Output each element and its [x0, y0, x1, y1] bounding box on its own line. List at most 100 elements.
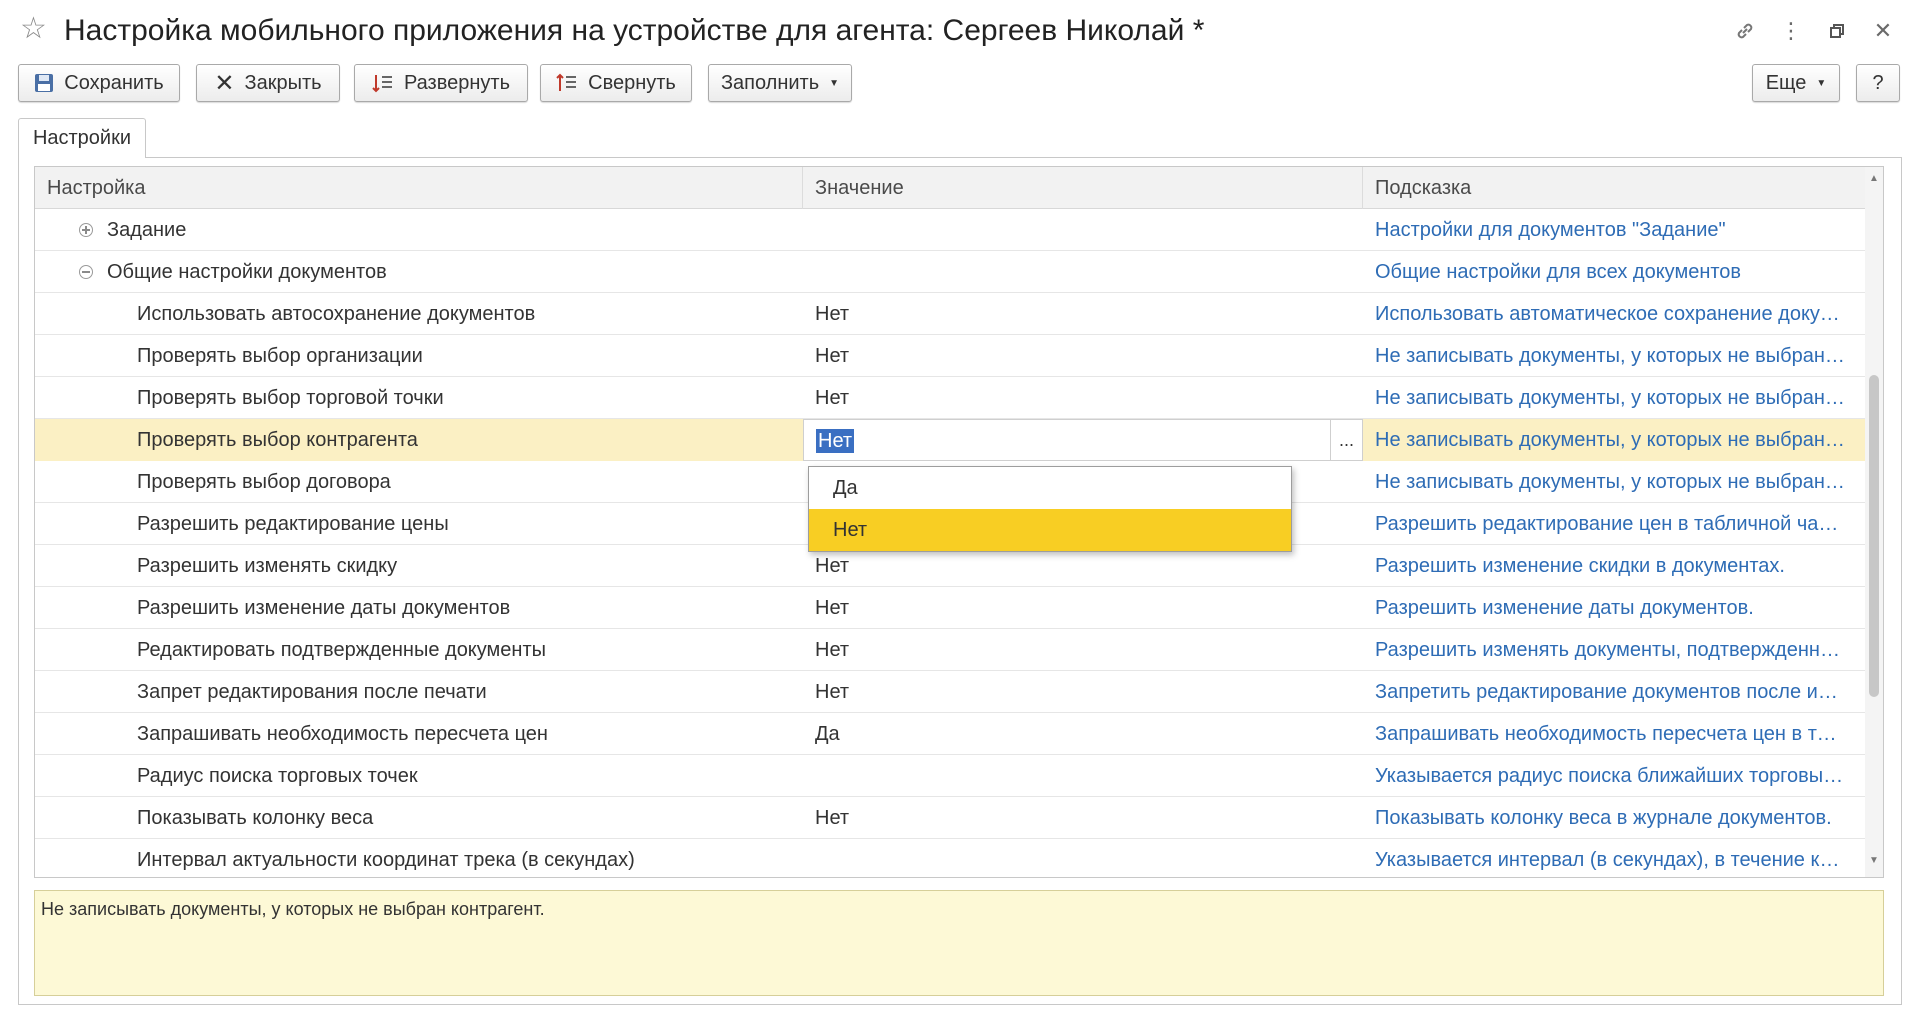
table-row[interactable]: Запрашивать необходимость пересчета цен …	[35, 713, 1867, 755]
hint-text: Не записывать документы, у которых не вы…	[1375, 428, 1845, 451]
hint-text: Указывается радиус поиска ближайших торг…	[1375, 764, 1845, 787]
value-cell[interactable]	[803, 251, 1363, 293]
hint-text: Показывать колонку веса в журнале докуме…	[1375, 806, 1832, 829]
value-dropdown-list: Да Нет	[808, 466, 1292, 552]
collapse-button[interactable]: Свернуть	[540, 64, 692, 102]
dropdown-option-yes[interactable]: Да	[809, 467, 1291, 509]
hint-text: Запретить редактирование документов посл…	[1375, 680, 1845, 703]
hint-cell: Разрешить редактирование цен в табличной…	[1363, 503, 1867, 545]
hint-cell: Настройки для документов "Задание"	[1363, 209, 1867, 251]
table-row-selected[interactable]: Проверять выбор контрагента Нет ... Не з…	[35, 419, 1867, 461]
choice-dots-button[interactable]: ...	[1330, 420, 1362, 460]
help-button[interactable]: ?	[1856, 64, 1900, 102]
value-cell[interactable]	[803, 755, 1363, 797]
vertical-scrollbar[interactable]: ▲ ▼	[1865, 167, 1883, 877]
table-row[interactable]: Радиус поиска торговых точек Указывается…	[35, 755, 1867, 797]
close-x-icon: ✕	[214, 69, 235, 97]
scroll-down-arrow-icon[interactable]: ▼	[1869, 855, 1879, 866]
hint-cell: Не записывать документы, у которых не вы…	[1363, 335, 1867, 377]
more-vertical-icon[interactable]: ⋮	[1768, 14, 1814, 48]
scrollbar-thumb[interactable]	[1869, 375, 1879, 697]
collapse-minus-icon[interactable]	[79, 265, 93, 279]
chevron-down-icon: ▼	[829, 77, 840, 89]
column-header-hint[interactable]: Подсказка	[1363, 167, 1867, 209]
hint-cell: Разрешить изменение скидки в документах.	[1363, 545, 1867, 587]
setting-label: Показывать колонку веса	[137, 806, 374, 829]
setting-label: Запрет редактирования после печати	[137, 680, 487, 703]
close-button[interactable]: ✕ Закрыть	[196, 64, 340, 102]
table-row[interactable]: Общие настройки документов Общие настрой…	[35, 251, 1867, 293]
dropdown-option-no[interactable]: Нет	[809, 509, 1291, 551]
table-row[interactable]: Использовать автосохранение документов Н…	[35, 293, 1867, 335]
window-controls: ⋮ ✕	[1722, 14, 1906, 48]
chevron-down-icon: ▼	[1816, 77, 1827, 89]
setting-label: Использовать автосохранение документов	[137, 302, 536, 325]
hint-text: Разрешить редактирование цен в табличной…	[1375, 512, 1845, 535]
more-dropdown-button[interactable]: Еще ▼	[1752, 64, 1840, 102]
table-row[interactable]: Разрешить изменение даты документов Нет …	[35, 587, 1867, 629]
table-row[interactable]: Редактировать подтвержденные документы Н…	[35, 629, 1867, 671]
table-row[interactable]: Задание Настройки для документов "Задани…	[35, 209, 1867, 251]
setting-label: Общие настройки документов	[107, 260, 387, 283]
floppy-disk-icon	[34, 73, 54, 93]
table-row[interactable]: Интервал актуальности координат трека (в…	[35, 839, 1867, 877]
setting-label: Интервал актуальности координат трека (в…	[137, 848, 635, 871]
save-label: Сохранить	[64, 71, 164, 94]
value-cell[interactable]: Нет	[803, 377, 1363, 419]
window-title: Настройка мобильного приложения на устро…	[64, 14, 1205, 47]
value-cell[interactable]: Нет	[803, 335, 1363, 377]
scroll-up-arrow-icon[interactable]: ▲	[1869, 173, 1879, 184]
hint-cell: Разрешить изменение даты документов.	[1363, 587, 1867, 629]
value-cell[interactable]: Нет	[803, 671, 1363, 713]
hint-cell: Запретить редактирование документов посл…	[1363, 671, 1867, 713]
column-header-value[interactable]: Значение	[803, 167, 1363, 209]
value-cell[interactable]	[803, 209, 1363, 251]
table-row[interactable]: Запрет редактирования после печати Нет З…	[35, 671, 1867, 713]
favorite-star-icon[interactable]: ☆	[20, 14, 47, 44]
value-cell[interactable]: Нет	[803, 629, 1363, 671]
link-icon[interactable]	[1722, 14, 1768, 48]
restore-window-icon[interactable]	[1814, 14, 1860, 48]
value-cell[interactable]	[803, 839, 1363, 877]
hint-text: Настройки для документов "Задание"	[1375, 218, 1726, 241]
value-cell[interactable]: Да	[803, 713, 1363, 755]
value-editor[interactable]: Нет ...	[803, 419, 1363, 461]
setting-label: Проверять выбор торговой точки	[137, 386, 444, 409]
expand-label: Развернуть	[403, 71, 510, 94]
hint-cell: Не записывать документы, у которых не вы…	[1363, 461, 1867, 503]
help-label: ?	[1872, 71, 1884, 94]
expand-button[interactable]: Развернуть	[354, 64, 528, 102]
hint-cell: Не записывать документы, у которых не вы…	[1363, 419, 1867, 461]
table-row[interactable]: Проверять выбор торговой точки Нет Не за…	[35, 377, 1867, 419]
title-bar: ☆ Настройка мобильного приложения на уст…	[0, 0, 1920, 62]
close-window-icon[interactable]: ✕	[1860, 14, 1906, 48]
hint-text: Использовать автоматическое сохранение д…	[1375, 302, 1845, 325]
hint-cell: Указывается радиус поиска ближайших торг…	[1363, 755, 1867, 797]
close-label: Закрыть	[244, 71, 322, 94]
setting-label: Задание	[107, 218, 187, 241]
table-header: Настройка Значение Подсказка	[35, 167, 1867, 209]
hint-text: Не записывать документы, у которых не вы…	[1375, 386, 1845, 409]
table-row[interactable]: Показывать колонку веса Нет Показывать к…	[35, 797, 1867, 839]
fill-dropdown-button[interactable]: Заполнить ▼	[708, 64, 852, 102]
value-cell[interactable]: Нет	[803, 293, 1363, 335]
value-cell[interactable]: Нет	[803, 797, 1363, 839]
setting-label: Редактировать подтвержденные документы	[137, 638, 547, 661]
hint-text: Не записывать документы, у которых не вы…	[1375, 470, 1845, 493]
more-label: Еще	[1765, 71, 1807, 94]
value-editor-text[interactable]: Нет	[816, 429, 855, 453]
setting-label: Проверять выбор контрагента	[35, 419, 803, 461]
column-header-setting[interactable]: Настройка	[35, 167, 803, 209]
table-row[interactable]: Проверять выбор организации Нет Не запис…	[35, 335, 1867, 377]
tab-settings[interactable]: Настройки	[18, 118, 146, 158]
setting-label: Проверять выбор договора	[137, 470, 391, 493]
collapse-label: Свернуть	[588, 71, 676, 94]
hint-text: Запрашивать необходимость пересчета цен …	[1375, 722, 1845, 745]
value-cell[interactable]: Нет	[803, 587, 1363, 629]
expand-plus-icon[interactable]	[79, 223, 93, 237]
hint-cell: Запрашивать необходимость пересчета цен …	[1363, 713, 1867, 755]
setting-label: Радиус поиска торговых точек	[137, 764, 418, 787]
setting-cell: Общие настройки документов	[35, 251, 803, 293]
save-button[interactable]: Сохранить	[18, 64, 180, 102]
expand-tree-icon	[372, 73, 394, 93]
